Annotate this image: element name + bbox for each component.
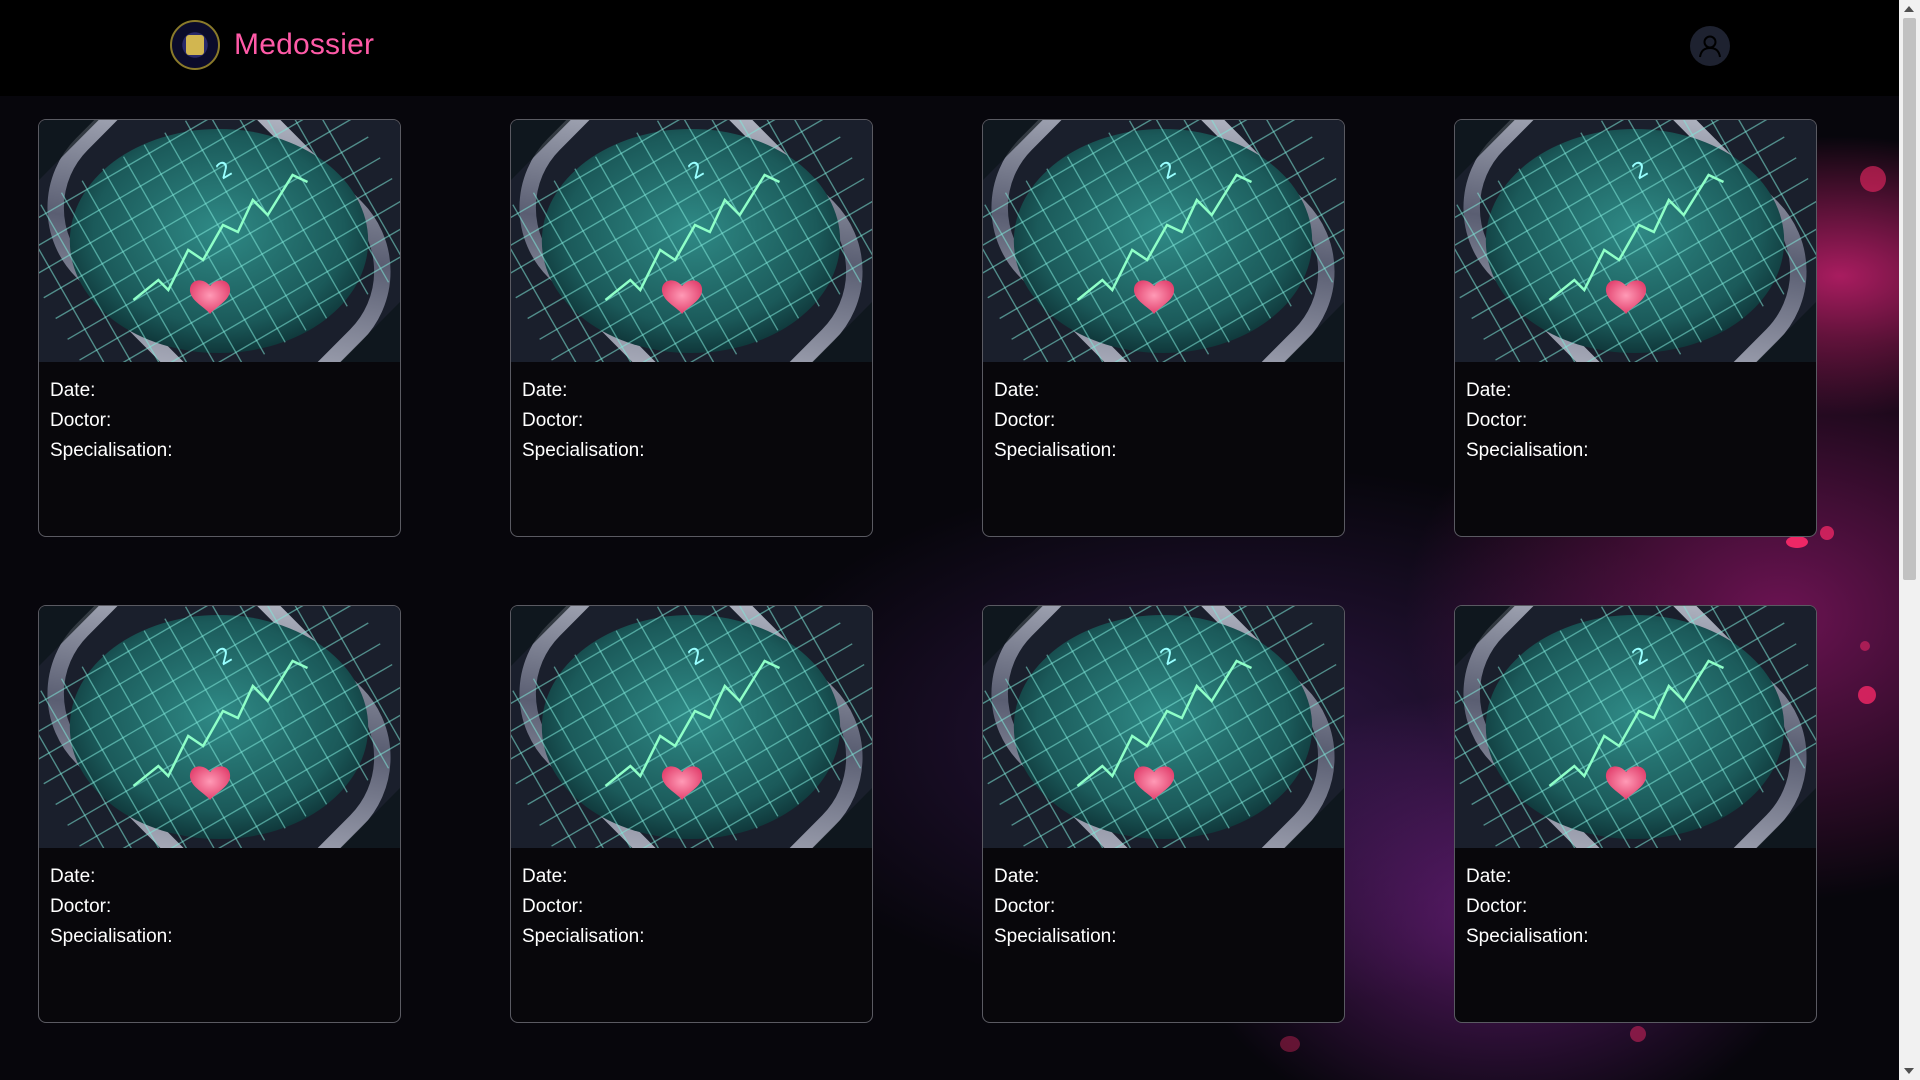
- doctor-label: Doctor:: [522, 410, 584, 431]
- card-body: Date: Doctor: Specialisation:: [39, 362, 400, 480]
- doctor-label: Doctor:: [1466, 410, 1528, 431]
- page: Medossier 2 Date: Doctor: Specialisation…: [0, 0, 1920, 1080]
- date-label: Date:: [1466, 866, 1512, 887]
- bokeh-light: [1820, 526, 1834, 540]
- date-label: Date:: [50, 866, 96, 887]
- card-body: Date: Doctor: Specialisation:: [983, 848, 1344, 966]
- appointment-card[interactable]: 2 Date: Doctor: Specialisation:: [982, 119, 1345, 537]
- card-body: Date: Doctor: Specialisation:: [983, 362, 1344, 480]
- doctor-label: Doctor:: [522, 896, 584, 917]
- specialisation-label: Specialisation:: [1466, 926, 1589, 947]
- card-body: Date: Doctor: Specialisation:: [1455, 848, 1816, 966]
- doctor-label: Doctor:: [1466, 896, 1528, 917]
- heart-monitor-image: 2: [511, 120, 872, 362]
- appointment-card[interactable]: 2 Date: Doctor: Specialisation:: [1454, 605, 1817, 1023]
- appointment-card[interactable]: 2 Date: Doctor: Specialisation:: [982, 605, 1345, 1023]
- bokeh-light: [1860, 166, 1886, 192]
- appointment-card[interactable]: 2 Date: Doctor: Specialisation:: [38, 119, 401, 537]
- date-label: Date:: [50, 380, 96, 401]
- scroll-thumb[interactable]: [1903, 18, 1916, 580]
- specialisation-label: Specialisation:: [522, 926, 645, 947]
- doctor-label: Doctor:: [994, 896, 1056, 917]
- scrollbar[interactable]: [1899, 0, 1920, 1080]
- specialisation-label: Specialisation:: [994, 440, 1117, 461]
- specialisation-label: Specialisation:: [522, 440, 645, 461]
- brand-name: Medossier: [234, 28, 375, 61]
- date-label: Date:: [1466, 380, 1512, 401]
- doctor-label: Doctor:: [50, 896, 112, 917]
- scroll-up-icon[interactable]: [1904, 6, 1914, 12]
- specialisation-label: Specialisation:: [50, 440, 173, 461]
- user-icon: [1699, 35, 1721, 58]
- specialisation-label: Specialisation:: [1466, 440, 1589, 461]
- heart-monitor-image: 2: [983, 606, 1344, 848]
- brand-link[interactable]: Medossier: [170, 20, 374, 70]
- date-label: Date:: [994, 380, 1040, 401]
- card-body: Date: Doctor: Specialisation:: [39, 848, 400, 966]
- heart-monitor-image: 2: [511, 606, 872, 848]
- date-label: Date:: [522, 866, 568, 887]
- date-label: Date:: [994, 866, 1040, 887]
- heart-monitor-image: 2: [1455, 120, 1816, 362]
- appointment-card[interactable]: 2 Date: Doctor: Specialisation:: [510, 605, 873, 1023]
- bokeh-light: [1630, 1026, 1646, 1042]
- appointment-card[interactable]: 2 Date: Doctor: Specialisation:: [38, 605, 401, 1023]
- specialisation-label: Specialisation:: [50, 926, 173, 947]
- card-body: Date: Doctor: Specialisation:: [511, 848, 872, 966]
- bokeh-light: [1280, 1036, 1300, 1052]
- scroll-down-icon[interactable]: [1904, 1068, 1914, 1074]
- specialisation-label: Specialisation:: [994, 926, 1117, 947]
- doctor-label: Doctor:: [50, 410, 112, 431]
- heart-monitor-image: 2: [983, 120, 1344, 362]
- bokeh-light: [1860, 641, 1870, 651]
- appointment-card[interactable]: 2 Date: Doctor: Specialisation:: [510, 119, 873, 537]
- bokeh-light: [1858, 686, 1876, 704]
- card-body: Date: Doctor: Specialisation:: [511, 362, 872, 480]
- medossier-logo-icon: [170, 20, 220, 70]
- heart-monitor-image: 2: [39, 120, 400, 362]
- appointment-card[interactable]: 2 Date: Doctor: Specialisation:: [1454, 119, 1817, 537]
- card-body: Date: Doctor: Specialisation:: [1455, 362, 1816, 480]
- bokeh-light: [1786, 536, 1808, 548]
- date-label: Date:: [522, 380, 568, 401]
- doctor-label: Doctor:: [994, 410, 1056, 431]
- navbar: Medossier: [0, 0, 1899, 96]
- heart-monitor-image: 2: [1455, 606, 1816, 848]
- heart-monitor-image: 2: [39, 606, 400, 848]
- user-profile-button[interactable]: [1690, 26, 1730, 66]
